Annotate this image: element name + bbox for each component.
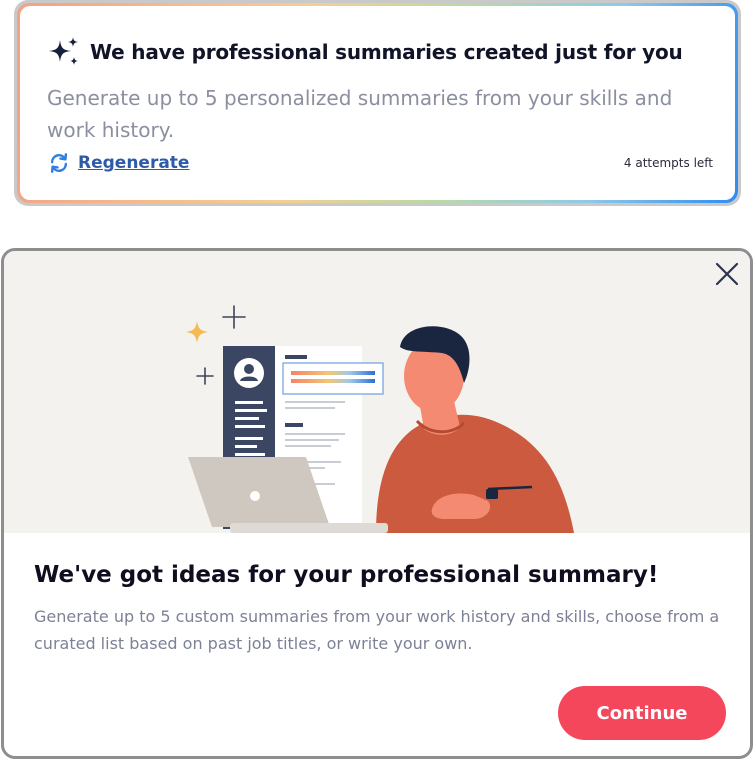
card-body: We have professional summaries created j… bbox=[20, 6, 735, 200]
modal-hero bbox=[4, 251, 750, 533]
professional-summary-modal: We've got ideas for your professional su… bbox=[1, 248, 753, 759]
resume-illustration bbox=[186, 305, 574, 533]
attempts-left-label: 4 attempts left bbox=[623, 156, 713, 170]
card-title-row: We have professional summaries created j… bbox=[46, 34, 683, 70]
modal-title: We've got ideas for your professional su… bbox=[34, 562, 659, 588]
continue-button[interactable]: Continue bbox=[558, 686, 726, 740]
regenerate-row[interactable]: Regenerate bbox=[48, 152, 189, 174]
card-gradient-border: We have professional summaries created j… bbox=[17, 3, 738, 203]
card-title: We have professional summaries created j… bbox=[90, 40, 683, 64]
sparkle-icon bbox=[49, 37, 78, 65]
card-description: Generate up to 5 personalized summaries … bbox=[47, 86, 673, 142]
regenerate-link[interactable]: Regenerate bbox=[78, 153, 189, 173]
modal-description: Generate up to 5 custom summaries from y… bbox=[34, 607, 720, 653]
summary-suggestion-card: We have professional summaries created j… bbox=[14, 0, 741, 206]
close-icon[interactable] bbox=[714, 261, 740, 287]
refresh-icon[interactable] bbox=[48, 152, 70, 174]
